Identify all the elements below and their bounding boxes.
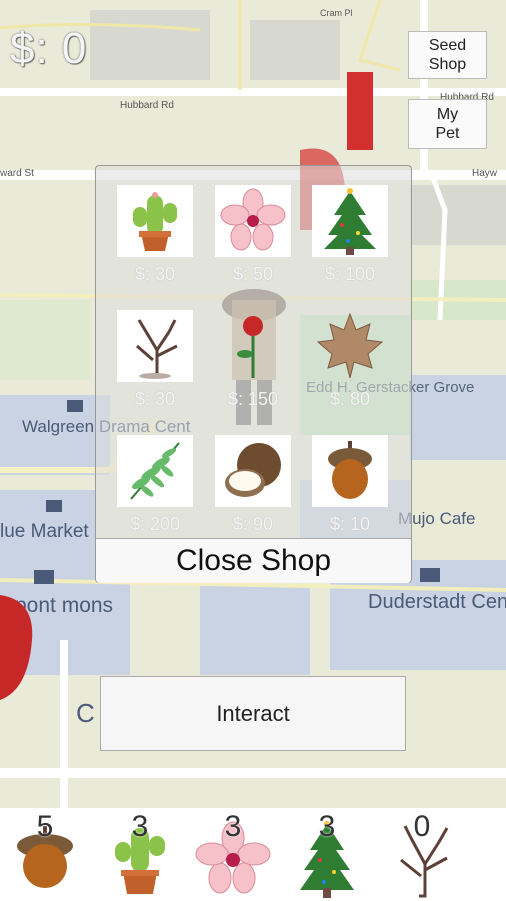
inventory-slot-christmas-tree[interactable]: 3	[282, 808, 372, 901]
inventory-count: 3	[131, 810, 149, 843]
shop-item-rose[interactable]	[215, 310, 291, 382]
shop-item-price: $: 50	[232, 264, 274, 284]
shop-item-cactus[interactable]	[117, 185, 193, 257]
shop-item-price: $: 200	[129, 514, 181, 534]
map-building-label: C	[76, 698, 95, 728]
shop-item-price: $: 150	[227, 389, 279, 409]
coconut-icon	[225, 443, 281, 497]
inventory-slot-cactus[interactable]: 3	[95, 808, 185, 901]
interact-button[interactable]: Interact	[100, 676, 406, 751]
library-icon	[34, 570, 54, 584]
shop-item-christmas-tree[interactable]	[312, 185, 388, 257]
money-balance: $: 0	[10, 24, 88, 73]
cart-icon	[46, 500, 62, 512]
shop-item-cherry-blossom[interactable]	[215, 185, 291, 257]
my-pet-button[interactable]: My Pet	[408, 99, 487, 149]
rose-icon	[237, 316, 263, 378]
map-building-label: Duderstadt Center	[368, 591, 506, 613]
map-street-label: Cram Pl	[320, 8, 353, 18]
shop-item-price: $: 10	[329, 514, 371, 534]
shop-item-price: $: 90	[232, 514, 274, 534]
poi-icon	[67, 400, 83, 412]
seed-shop-button[interactable]: Seed Shop	[408, 31, 487, 79]
map-street-label: ward St	[0, 168, 34, 179]
inventory-slot-cherry-blossom[interactable]: 3	[188, 808, 278, 901]
map-street-label: Hayw	[472, 168, 498, 179]
shop-item-fern[interactable]	[117, 435, 193, 507]
christmas-tree-icon	[324, 188, 376, 255]
bare-tree-icon	[136, 319, 178, 379]
inventory-slot-acorn[interactable]: 5	[0, 808, 90, 901]
shop-item-price: $: 30	[134, 264, 176, 284]
close-shop-button[interactable]: Close Shop	[96, 538, 411, 583]
shop-item-price: $: 30	[134, 389, 176, 409]
fern-icon	[130, 442, 180, 500]
inventory-count: 5	[36, 810, 54, 843]
map-building-label: lue Market	[0, 521, 89, 542]
shop-item-maple-leaf[interactable]	[312, 310, 388, 382]
shop-item-acorn[interactable]	[312, 435, 388, 507]
cherry-blossom-icon	[220, 188, 286, 251]
map-street-label: Hubbard Rd	[120, 100, 174, 111]
acorn-icon	[328, 441, 372, 499]
seed-shop-panel: $: 30 $: 50 $: 100 $: 30 $: 150 $: 80 $:…	[95, 165, 412, 583]
inventory-slot-bare-tree[interactable]: 0	[377, 808, 467, 901]
shop-item-bare-tree[interactable]	[117, 310, 193, 382]
inventory-count: 3	[224, 810, 242, 843]
shop-item-coconut[interactable]	[215, 435, 291, 507]
inventory-bar: 5 3 3 3 0	[0, 808, 506, 901]
shop-item-price: $: 80	[329, 389, 371, 409]
cactus-icon	[133, 192, 177, 251]
shop-item-price: $: 100	[324, 264, 376, 284]
maple-leaf-icon	[316, 312, 384, 379]
inventory-count: 3	[318, 810, 336, 843]
inventory-count: 0	[413, 810, 431, 843]
book-icon	[420, 568, 440, 582]
location-pin[interactable]	[347, 72, 373, 150]
